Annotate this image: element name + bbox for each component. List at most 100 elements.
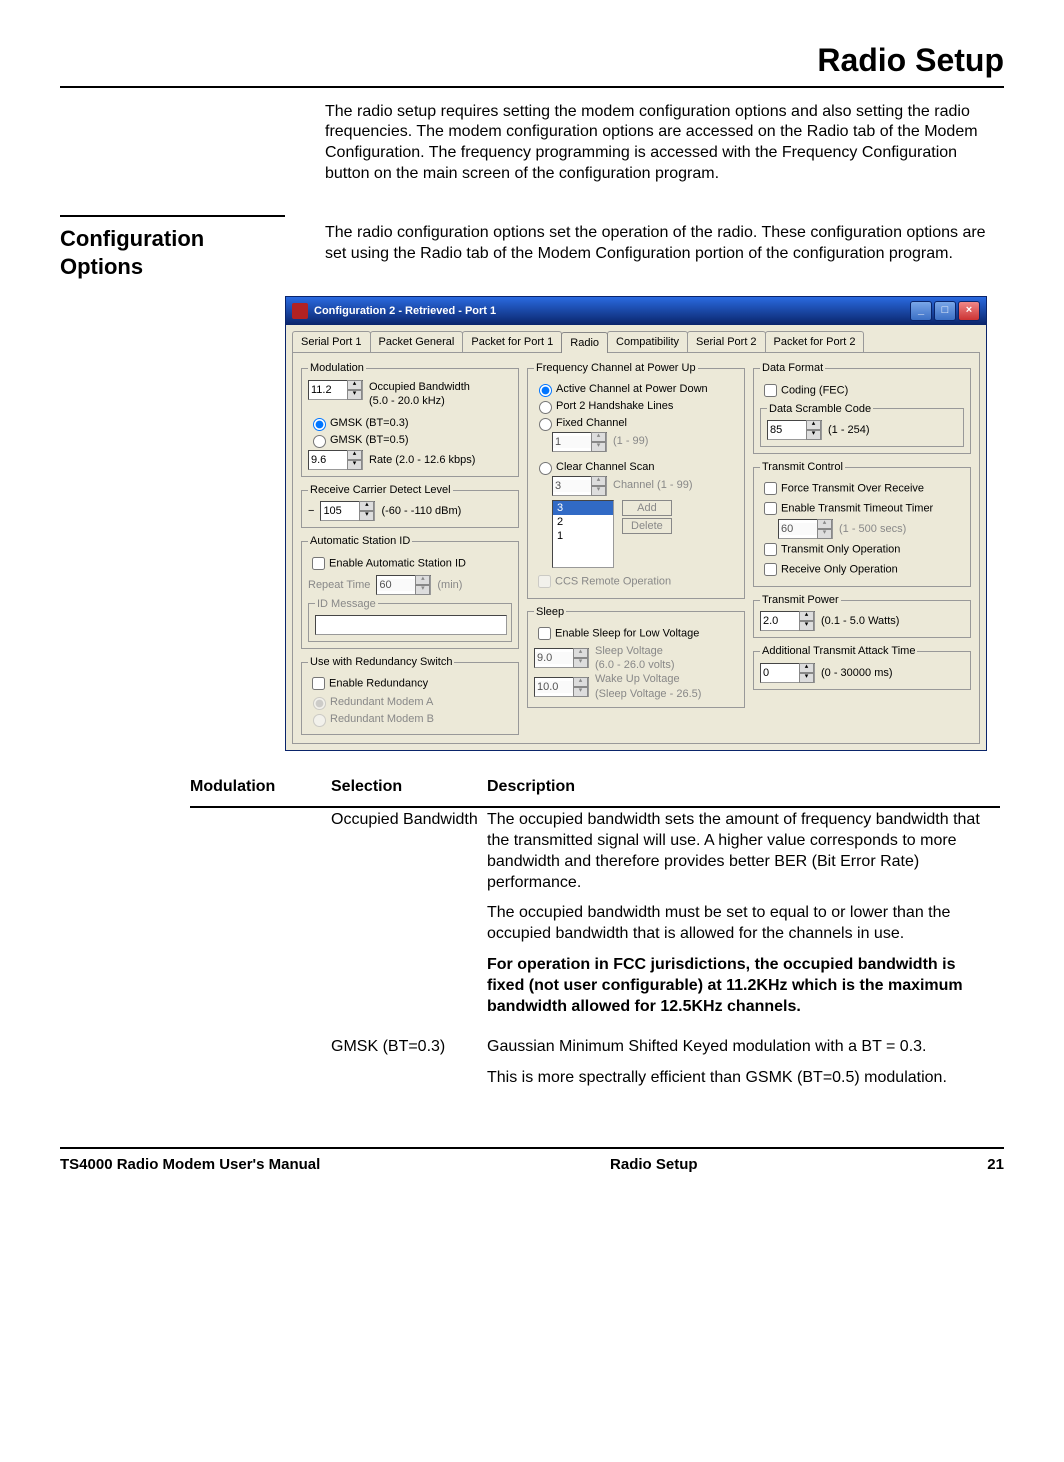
sleep-voltage-spinner: ▴▾ [534,648,589,668]
add-button: Add [622,500,672,516]
legend-rcd: Receive Carrier Detect Level [308,483,453,497]
intro-paragraph: The radio setup requires setting the mod… [325,102,1004,185]
tab-strip: Serial Port 1 Packet General Packet for … [286,325,986,352]
radio-clear-channel-scan[interactable]: Clear Channel Scan [534,459,738,475]
group-modulation: Modulation ▴▾ Occupied Bandwidth (5.0 - … [301,361,519,477]
window-title: Configuration 2 - Retrieved - Port 1 [314,304,496,318]
repeat-time-label: Repeat Time [308,578,370,592]
checkbox-coding-fec[interactable]: Coding (FEC) [760,381,964,400]
group-freq-channel: Frequency Channel at Power Up Active Cha… [527,361,745,598]
row-desc: For operation in FCC jurisdictions, the … [487,955,994,1017]
radio-modem-a: Redundant Modem A [308,694,512,710]
ccs-channel-range: Channel (1 - 99) [613,478,693,492]
attack-range: (0 - 30000 ms) [821,666,893,680]
checkbox-enable-timer[interactable]: Enable Transmit Timeout Timer [760,499,964,518]
group-attack-time: Additional Transmit Attack Time ▴▾ (0 - … [753,644,971,689]
checkbox-rx-only[interactable]: Receive Only Operation [760,560,964,579]
wake-voltage-label: Wake Up Voltage [595,672,701,686]
fixed-channel-spinner: ▴▾ [552,432,607,452]
col-selection: Selection [331,775,487,806]
wake-voltage-spinner: ▴▾ [534,677,589,697]
footer-center: Radio Setup [610,1155,698,1175]
bandwidth-label: Occupied Bandwidth [369,380,470,394]
checkbox-ccs-remote: CCS Remote Operation [534,572,738,591]
legend-sleep: Sleep [534,605,566,619]
tab-serial-port-1[interactable]: Serial Port 1 [292,331,371,352]
tab-compatibility[interactable]: Compatibility [607,331,688,352]
group-rcd: Receive Carrier Detect Level − ▴▾ (-60 -… [301,483,519,528]
radio-gmsk03[interactable]: GMSK (BT=0.3) [308,415,512,431]
row-selection: Occupied Bandwidth [331,808,487,1035]
titlebar: Configuration 2 - Retrieved - Port 1 _ □… [286,297,986,325]
list-item[interactable]: 2 [553,515,613,529]
radio-gmsk05[interactable]: GMSK (BT=0.5) [308,432,512,448]
page-title: Radio Setup [60,40,1004,88]
tab-radio[interactable]: Radio [561,332,608,353]
ccs-channel-spinner: ▴▾ [552,476,607,496]
repeat-time-unit: (min) [437,578,462,592]
group-data-format: Data Format Coding (FEC) Data Scramble C… [753,361,971,454]
minimize-button[interactable]: _ [910,301,932,321]
legend-auto-id: Automatic Station ID [308,534,412,548]
id-message-input [315,615,507,635]
rate-spinner[interactable]: ▴▾ [308,450,363,470]
legend-scramble: Data Scramble Code [767,402,873,416]
row-desc: The occupied bandwidth sets the amount o… [487,810,994,893]
group-auto-id: Automatic Station ID Enable Automatic St… [301,534,519,649]
fixed-channel-range: (1 - 99) [613,434,648,448]
group-redundancy: Use with Redundancy Switch Enable Redund… [301,655,519,735]
config-window: Configuration 2 - Retrieved - Port 1 _ □… [285,296,987,751]
tab-serial-port-2[interactable]: Serial Port 2 [687,331,766,352]
attack-spinner[interactable]: ▴▾ [760,663,815,683]
maximize-button[interactable]: □ [934,301,956,321]
radio-active-channel[interactable]: Active Channel at Power Down [534,381,738,397]
legend-attack-time: Additional Transmit Attack Time [760,644,917,658]
section-heading: Configuration Options [60,215,285,282]
checkbox-force-tx[interactable]: Force Transmit Over Receive [760,479,964,498]
section-body: The radio configuration options set the … [325,215,1004,265]
modulation-table: Modulation Selection Description Occupie… [190,775,1000,1107]
row-selection: GMSK (BT=0.3) [331,1035,487,1107]
group-tx-power: Transmit Power ▴▾ (0.1 - 5.0 Watts) [753,593,971,638]
rcd-spinner[interactable]: ▴▾ [320,501,375,521]
tx-power-range: (0.1 - 5.0 Watts) [821,614,899,628]
legend-data-format: Data Format [760,361,825,375]
app-icon [292,303,308,319]
repeat-time-spinner: ▴▾ [376,575,431,595]
checkbox-tx-only[interactable]: Transmit Only Operation [760,540,964,559]
row-desc: Gaussian Minimum Shifted Keyed modulatio… [487,1037,994,1058]
tab-packet-port-1[interactable]: Packet for Port 1 [462,331,562,352]
checkbox-enable-auto-id[interactable]: Enable Automatic Station ID [308,554,512,573]
scramble-range: (1 - 254) [828,423,870,437]
footer-left: TS4000 Radio Modem User's Manual [60,1155,320,1175]
radio-port2-handshake[interactable]: Port 2 Handshake Lines [534,398,738,414]
timer-range: (1 - 500 secs) [839,522,906,536]
legend-id-message: ID Message [315,597,378,611]
legend-modulation: Modulation [308,361,366,375]
rate-label: Rate (2.0 - 12.6 kbps) [369,453,475,467]
wake-voltage-range: (Sleep Voltage - 26.5) [595,687,701,701]
list-item[interactable]: 3 [553,501,613,515]
ccs-channel-list[interactable]: 3 2 1 [552,500,614,568]
radio-modem-b: Redundant Modem B [308,711,512,727]
list-item[interactable]: 1 [553,529,613,543]
page-footer: TS4000 Radio Modem User's Manual Radio S… [60,1147,1004,1175]
tab-packet-general[interactable]: Packet General [370,331,464,352]
bandwidth-range: (5.0 - 20.0 kHz) [369,394,470,408]
tx-power-spinner[interactable]: ▴▾ [760,611,815,631]
scramble-spinner[interactable]: ▴▾ [767,420,822,440]
group-sleep: Sleep Enable Sleep for Low Voltage ▴▾ Sl… [527,605,745,708]
footer-page-number: 21 [987,1155,1004,1175]
bandwidth-spinner[interactable]: ▴▾ [308,380,363,400]
close-button[interactable]: × [958,301,980,321]
delete-button: Delete [622,518,672,534]
row-desc: This is more spectrally efficient than G… [487,1068,994,1089]
radio-fixed-channel[interactable]: Fixed Channel [534,415,738,431]
legend-tx-control: Transmit Control [760,460,845,474]
tab-packet-port-2[interactable]: Packet for Port 2 [765,331,865,352]
sleep-voltage-range: (6.0 - 26.0 volts) [595,658,674,672]
checkbox-enable-sleep[interactable]: Enable Sleep for Low Voltage [534,624,738,643]
checkbox-enable-redundancy[interactable]: Enable Redundancy [308,674,512,693]
sleep-voltage-label: Sleep Voltage [595,644,674,658]
legend-tx-power: Transmit Power [760,593,841,607]
